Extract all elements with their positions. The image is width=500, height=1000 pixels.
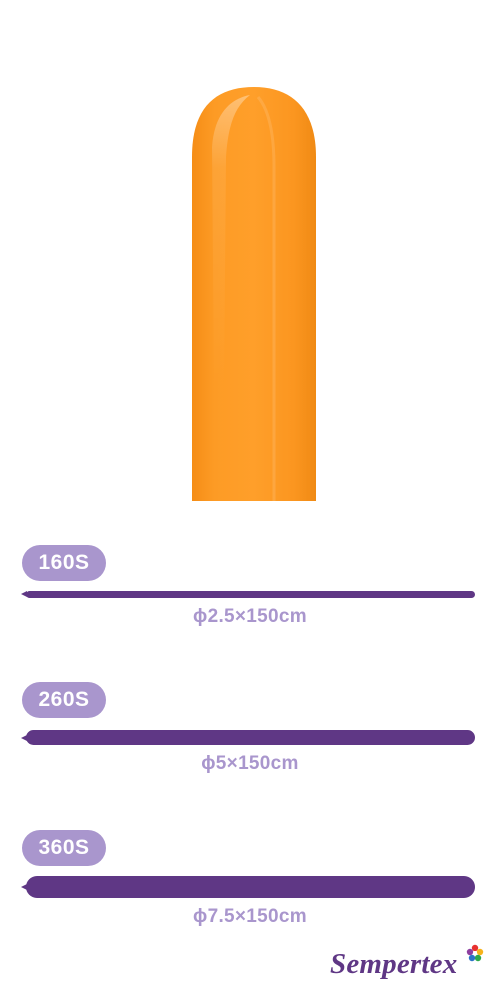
size-badge-360s: 360S — [22, 830, 106, 866]
size-dimension-260s: ϕ5×150cm — [201, 753, 299, 774]
sempertex-logo: Sempertex — [326, 944, 490, 992]
size-badge-260s: 260S — [22, 682, 106, 718]
size-badge-160s: 160S — [22, 545, 106, 581]
orange-balloon-image — [192, 87, 316, 501]
balloon-bar-360s — [26, 876, 475, 898]
flower-icon — [466, 944, 484, 962]
size-dimension-360s: ϕ7.5×150cm — [193, 906, 307, 927]
balloon-bar-160s — [26, 591, 475, 598]
balloon-bar-260s — [26, 730, 475, 745]
size-dimension-160s: ϕ2.5×150cm — [193, 606, 307, 627]
logo-wordmark: Sempertex — [330, 948, 458, 980]
